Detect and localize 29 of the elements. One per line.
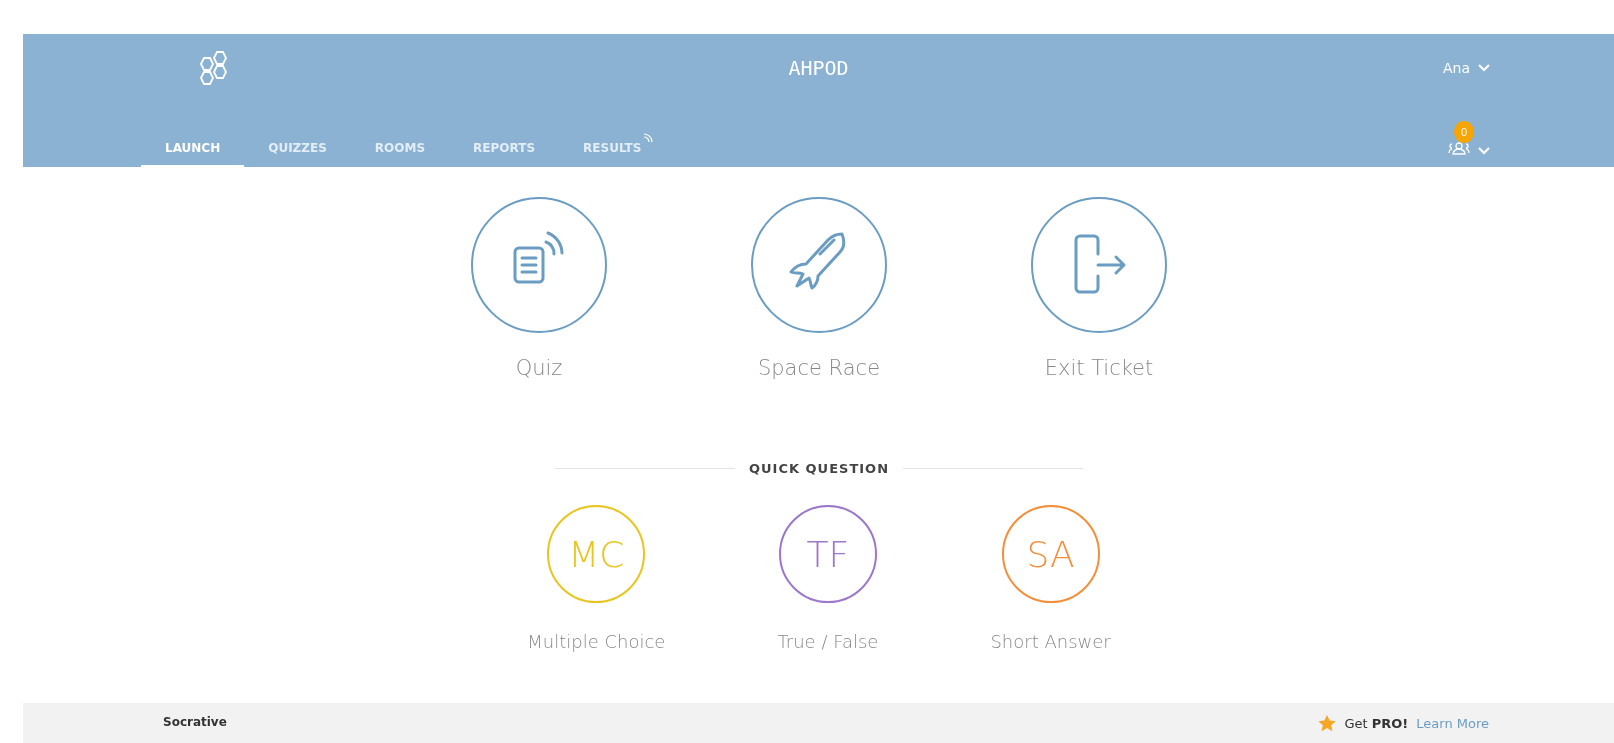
user-menu[interactable]: Ana [1442,60,1490,76]
learn-more-link[interactable]: Learn More [1416,716,1489,731]
exit-icon [1074,234,1126,294]
section-heading: QUICK QUESTION [748,461,890,476]
question-type-button[interactable]: SA Short Answer [984,504,1117,653]
abbreviation-circle: MC [547,505,646,603]
nav-tab[interactable]: QUIZZES [244,133,351,167]
group-icon [1448,141,1470,155]
abbreviation-circle: SA [1001,505,1100,603]
activity-button[interactable]: Exit Ticket [1024,195,1174,381]
chevron-down-icon [1478,147,1490,155]
pro-text: Get PRO! [1344,716,1409,731]
question-type-button[interactable]: TF True / False [771,504,885,653]
star-icon [1318,715,1337,732]
nav-tab[interactable]: REPORTS [449,133,560,167]
activity-button[interactable]: Quiz [464,195,614,381]
rocket-icon [789,232,846,290]
class-title: AHPOD [788,56,849,80]
nav-tab[interactable]: ROOMS [350,133,450,167]
activity-button[interactable]: Space Race [744,195,894,381]
document-wifi-icon [513,231,564,284]
chevron-down-icon [1478,64,1490,72]
count-badge: 0 [1454,121,1474,143]
question-type-button[interactable]: MC Multiple Choice [521,504,672,653]
footer-brand: Socrative [163,715,227,729]
rooms-menu[interactable]: 0 [1448,121,1490,155]
abbreviation-circle: TF [778,505,877,603]
nav-tab[interactable]: RESULTS [559,133,666,167]
nav-tab[interactable]: LAUNCH [141,133,245,167]
